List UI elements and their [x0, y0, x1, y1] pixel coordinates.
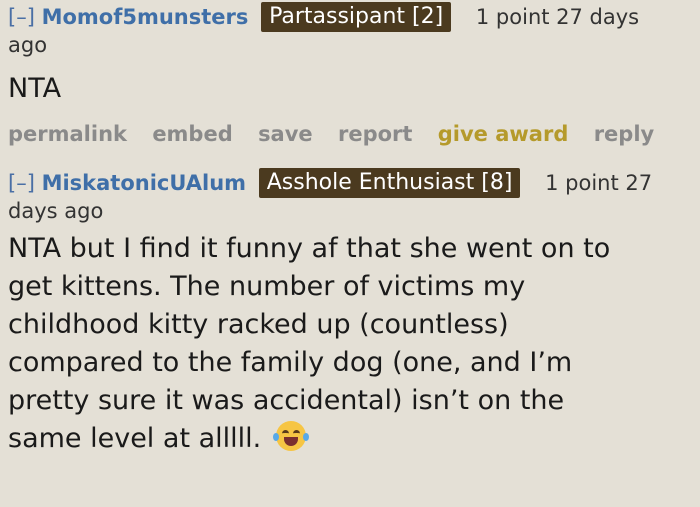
comment-body-line-last: same level at alllll.: [8, 420, 700, 458]
comment-body-line: same level at alllll.: [8, 423, 262, 454]
comment-body-line: childhood kitty racked up (countless): [8, 309, 509, 340]
embed-button[interactable]: embed: [152, 122, 232, 146]
comment-actions: permalink embed save report give award r…: [8, 122, 700, 146]
collapse-toggle[interactable]: [–]: [8, 171, 35, 195]
save-button[interactable]: save: [258, 122, 313, 146]
emoji-mouth: [283, 437, 298, 446]
author-link[interactable]: Momof5munsters: [42, 5, 249, 29]
comment-body-line: NTA but I find it funny af that she went…: [8, 233, 611, 264]
user-flair: Asshole Enthusiast [8]: [258, 168, 521, 198]
score-and-age: 1 point 27 days: [475, 5, 640, 29]
permalink-button[interactable]: permalink: [8, 122, 127, 146]
report-button[interactable]: report: [338, 122, 412, 146]
comment-body-line: get kittens. The number of victims my: [8, 271, 526, 302]
comment: [–] MiskatonicUAlum Asshole Enthusiast […: [0, 168, 700, 458]
comment-tagline: [–] Momof5munsters Partassipant [2] 1 po…: [8, 2, 700, 32]
face-with-tears-of-joy-icon: [272, 421, 309, 451]
emoji-tear: [272, 433, 279, 441]
author-link[interactable]: MiskatonicUAlum: [42, 171, 246, 195]
comment-tagline: [–] MiskatonicUAlum Asshole Enthusiast […: [8, 168, 700, 198]
score-and-age: 1 point 27: [545, 171, 653, 195]
reply-button[interactable]: reply: [594, 122, 655, 146]
comment-body: NTA: [8, 73, 62, 104]
emoji-tear: [302, 433, 309, 441]
give-award-button[interactable]: give award: [438, 122, 569, 146]
comment-age: ago: [8, 33, 48, 57]
user-flair: Partassipant [2]: [261, 2, 452, 32]
comment-body-line: compared to the family dog (one, and I’m: [8, 347, 573, 378]
comment-body-line: pretty sure it was accidental) isn’t on …: [8, 385, 565, 416]
comment: [–] Momof5munsters Partassipant [2] 1 po…: [0, 0, 700, 146]
comment-body: NTA but I find it funny af that she went…: [8, 230, 700, 458]
collapse-toggle[interactable]: [–]: [8, 5, 35, 29]
comment-age: days ago: [8, 199, 104, 223]
